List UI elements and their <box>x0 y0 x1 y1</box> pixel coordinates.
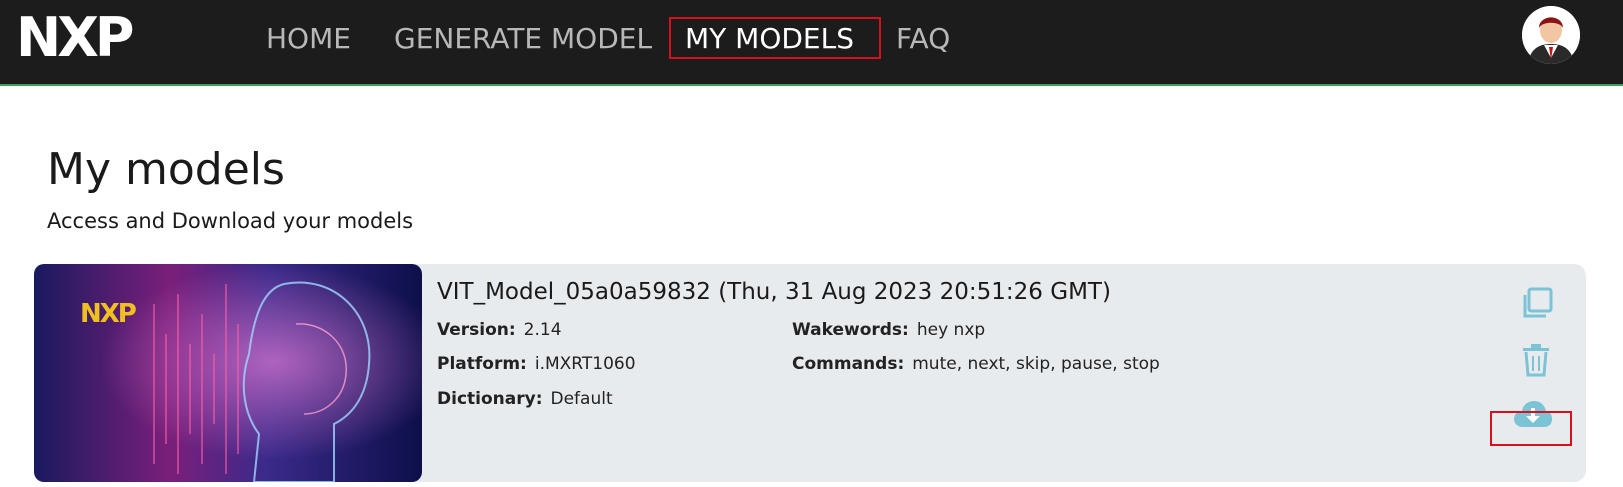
dictionary-field: Dictionary: Default <box>437 387 613 411</box>
copy-icon[interactable] <box>1520 286 1554 324</box>
nav-faq[interactable]: FAQ <box>896 19 950 59</box>
commands-label: Commands: <box>792 354 905 374</box>
top-navbar: NXP HOME GENERATE MODEL MY MODELS FAQ <box>0 0 1623 86</box>
dictionary-value: Default <box>550 389 613 409</box>
svg-text:NXP: NXP <box>80 299 136 329</box>
version-value: 2.14 <box>523 320 562 340</box>
nav-generate-model[interactable]: GENERATE MODEL <box>394 19 652 59</box>
commands-value: mute, next, skip, pause, stop <box>912 354 1160 374</box>
model-thumbnail: NXP <box>34 264 422 482</box>
page-subtitle: Access and Download your models <box>47 209 414 233</box>
platform-field: Platform: i.MXRT1060 <box>437 352 636 376</box>
wakewords-value: hey nxp <box>916 320 986 340</box>
nav-highlight-box <box>669 17 881 59</box>
page-title: My models <box>47 144 285 195</box>
version-field: Version: 2.14 <box>437 318 562 342</box>
version-label: Version: <box>437 320 516 340</box>
nav-home[interactable]: HOME <box>266 19 351 59</box>
platform-label: Platform: <box>437 354 527 374</box>
download-highlight-box <box>1490 411 1572 446</box>
user-avatar[interactable] <box>1522 6 1580 64</box>
nxp-logo[interactable]: NXP <box>16 6 166 69</box>
platform-value: i.MXRT1060 <box>534 354 636 374</box>
model-card: NXP VIT_Model_05a0a59832 (Thu, 31 Aug 20… <box>34 264 1586 482</box>
wakewords-label: Wakewords: <box>792 320 909 340</box>
trash-icon[interactable] <box>1521 343 1551 381</box>
dictionary-label: Dictionary: <box>437 389 543 409</box>
wakewords-field: Wakewords: hey nxp <box>792 318 985 342</box>
svg-text:NXP: NXP <box>16 8 133 64</box>
model-title: VIT_Model_05a0a59832 (Thu, 31 Aug 2023 2… <box>437 279 1111 305</box>
commands-field: Commands: mute, next, skip, pause, stop <box>792 352 1160 376</box>
